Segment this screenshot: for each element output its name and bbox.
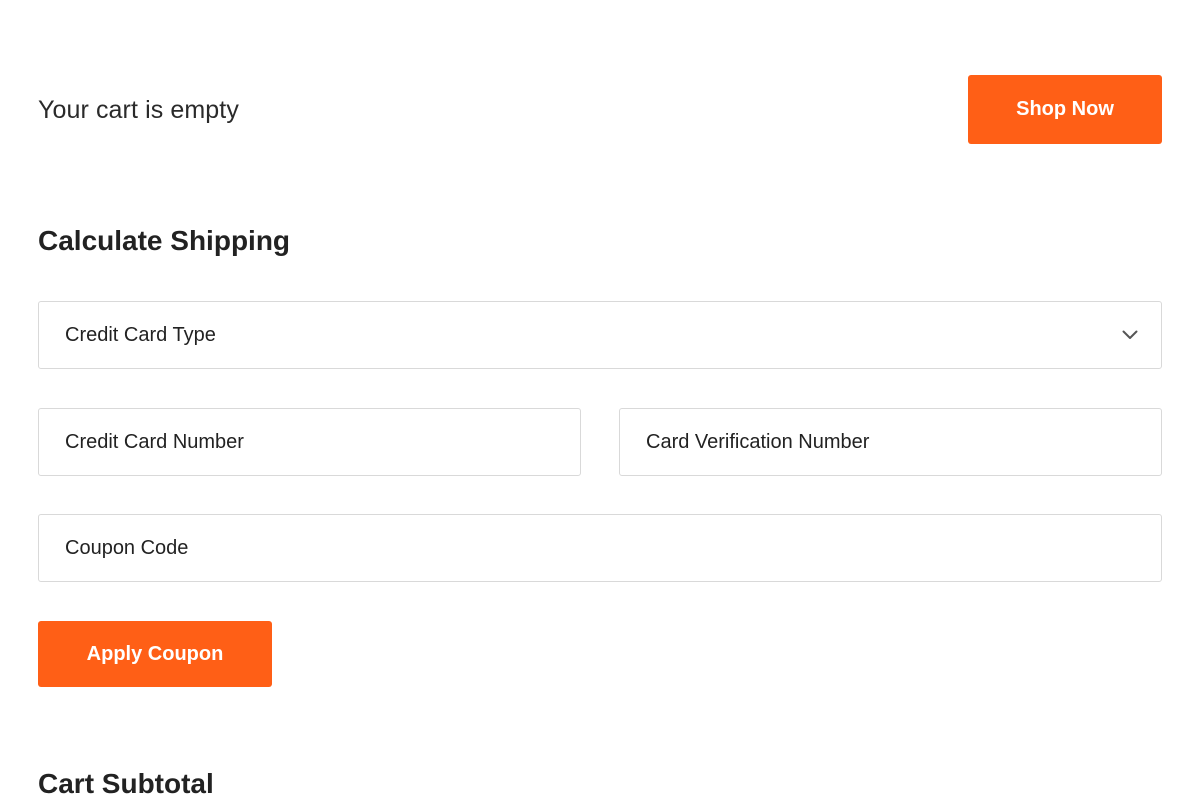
- calculate-shipping-heading: Calculate Shipping: [38, 225, 291, 256]
- card-verification-number-field[interactable]: [646, 409, 1161, 475]
- coupon-code-field-wrap: [38, 514, 1162, 582]
- credit-card-number-field[interactable]: [65, 409, 580, 475]
- cart-page: Your cart is empty Shop Now Calculate Sh…: [0, 0, 1200, 799]
- credit-card-number-field-wrap: [38, 408, 581, 476]
- credit-card-type-select[interactable]: Credit Card Type: [38, 301, 1162, 369]
- chevron-down-icon: [1121, 326, 1139, 344]
- shop-now-button[interactable]: Shop Now: [968, 75, 1162, 144]
- apply-coupon-button[interactable]: Apply Coupon: [38, 621, 272, 687]
- coupon-code-field[interactable]: [65, 515, 1161, 581]
- cart-empty-message: Your cart is empty: [38, 96, 239, 124]
- credit-card-type-value: Credit Card Type: [65, 323, 216, 346]
- card-verification-number-field-wrap: [619, 408, 1162, 476]
- cart-subtotal-heading: Cart Subtotal: [38, 768, 214, 799]
